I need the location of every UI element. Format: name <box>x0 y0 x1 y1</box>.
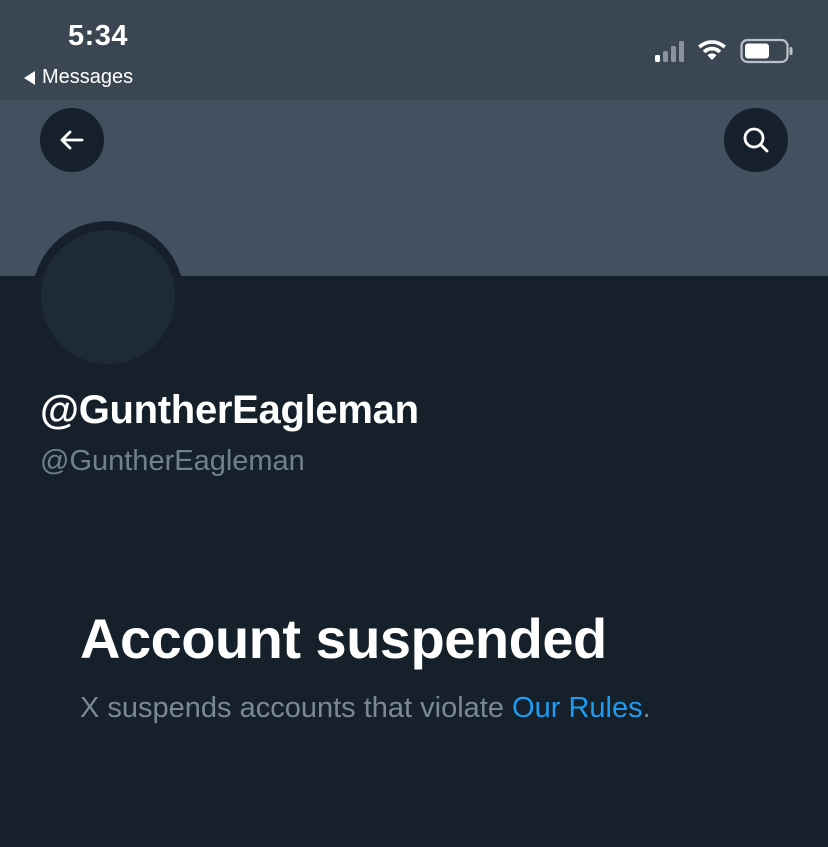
cellular-signal-icon <box>655 40 684 62</box>
battery-icon <box>740 38 793 64</box>
status-bar: 5:34 Messages <box>0 0 828 100</box>
suspended-message-text: X suspends accounts that violate <box>80 692 513 724</box>
search-icon <box>743 127 769 153</box>
back-triangle-icon <box>24 70 35 85</box>
back-to-messages-link[interactable]: Messages <box>24 66 133 89</box>
wifi-icon <box>698 40 726 60</box>
search-button[interactable] <box>724 108 788 172</box>
avatar[interactable] <box>41 230 175 364</box>
profile-screen: 5:34 Messages @GuntherEagleman @GuntherE… <box>0 0 828 847</box>
suspended-message: X suspends accounts that violate Our Rul… <box>80 692 651 725</box>
back-to-messages-label: Messages <box>42 66 134 88</box>
profile-handle: @GuntherEagleman <box>40 445 305 477</box>
our-rules-link[interactable]: Our Rules <box>512 692 643 724</box>
suspended-message-suffix: . <box>642 692 651 724</box>
status-time: 5:34 <box>68 20 129 52</box>
status-icons <box>655 38 794 64</box>
back-button[interactable] <box>40 108 104 172</box>
arrow-left-icon <box>60 130 84 150</box>
suspended-title: Account suspended <box>80 607 607 670</box>
profile-display-name: @GuntherEagleman <box>40 388 419 432</box>
